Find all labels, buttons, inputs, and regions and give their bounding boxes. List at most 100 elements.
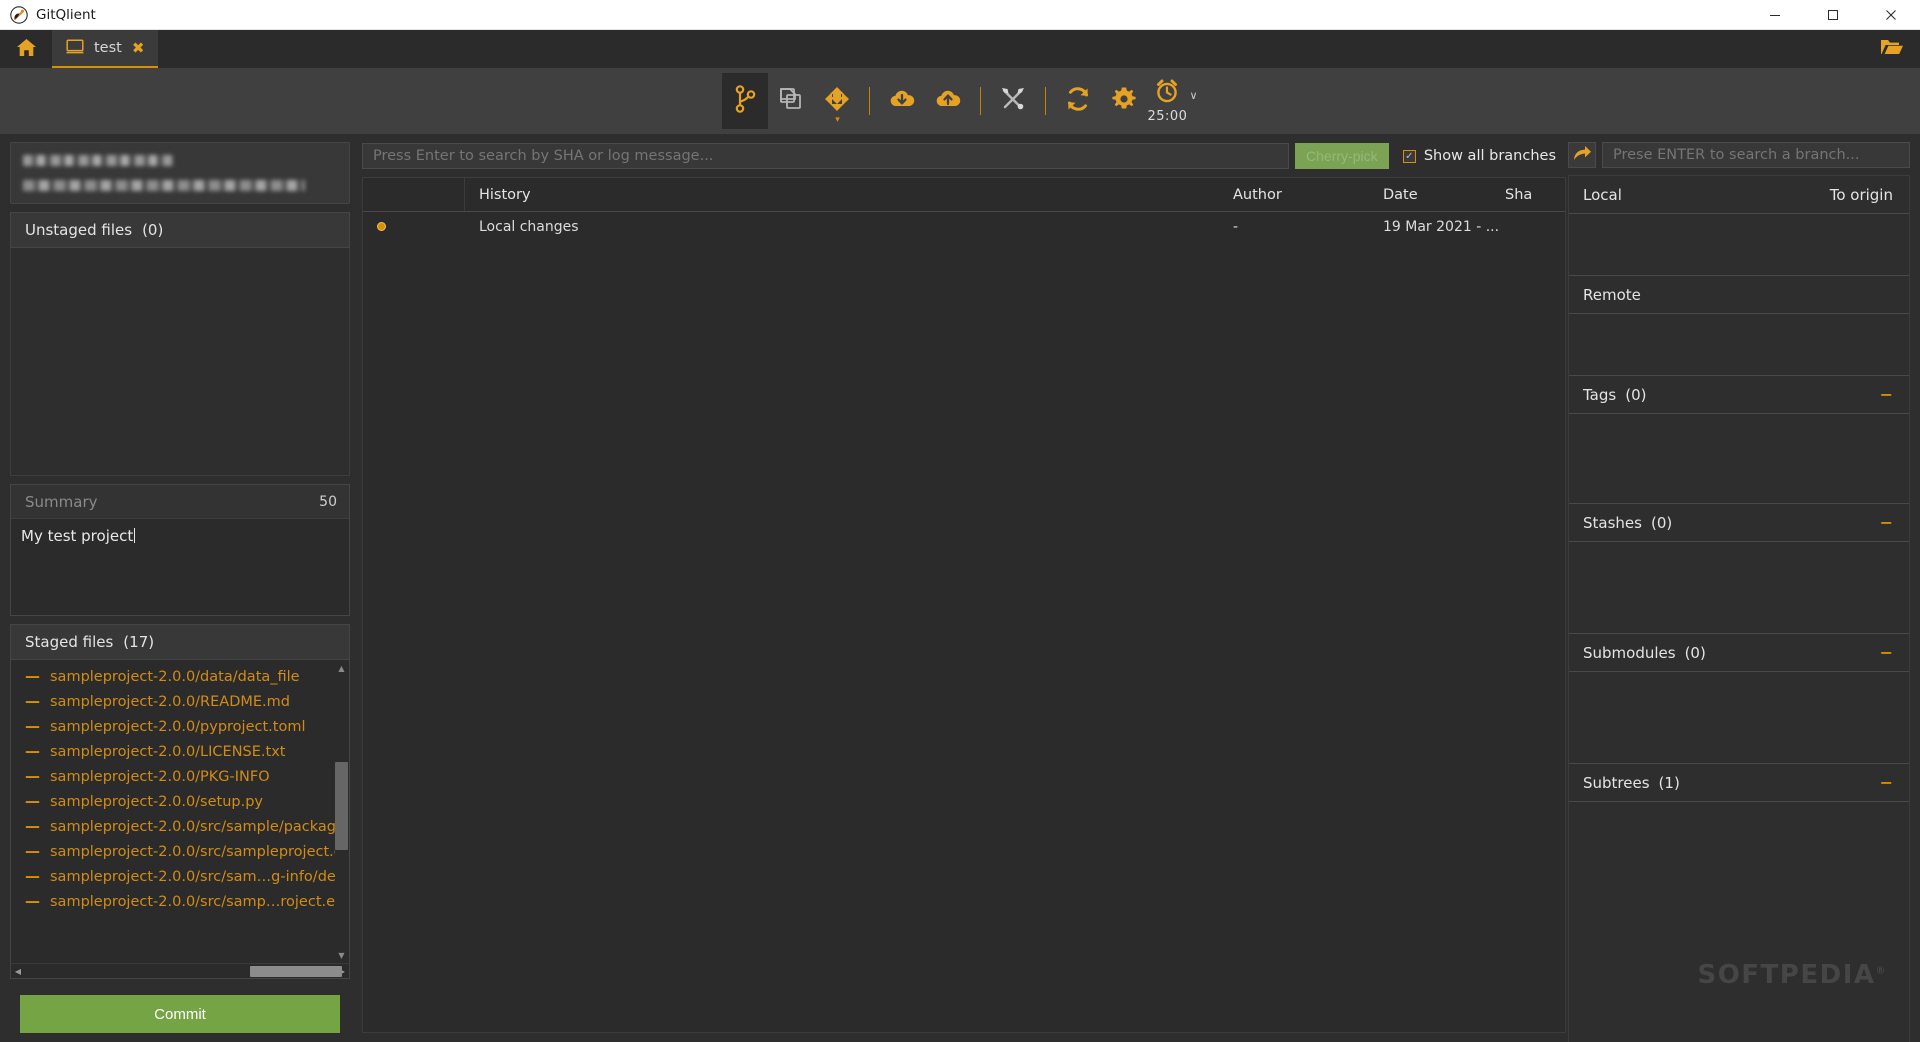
- unstage-dash-icon[interactable]: —: [25, 744, 40, 759]
- tags-list[interactable]: [1569, 414, 1909, 504]
- staged-file-name: sampleproject-2.0.0/setup.py: [50, 793, 264, 810]
- scroll-left-arrow-icon[interactable]: ◀: [11, 964, 25, 978]
- tags-collapse-icon[interactable]: −: [1880, 386, 1893, 403]
- open-folder-icon: [1880, 38, 1904, 60]
- unstage-dash-icon[interactable]: —: [25, 819, 40, 834]
- commit-description-input[interactable]: My test project: [11, 519, 349, 615]
- staged-file-name: sampleproject-2.0.0/README.md: [50, 693, 290, 710]
- staged-files-header[interactable]: Staged files (17): [10, 624, 350, 660]
- refresh-icon: [1065, 86, 1091, 116]
- subtrees-header[interactable]: Subtrees (1) −: [1569, 764, 1909, 802]
- remote-branches-header[interactable]: Remote: [1569, 276, 1909, 314]
- history-column-header[interactable]: History: [465, 187, 1233, 203]
- commit-summary-placeholder: Summary: [25, 492, 98, 511]
- timer-button[interactable]: 25:00: [1147, 78, 1187, 124]
- stashes-count: (0): [1650, 513, 1673, 532]
- unstage-dash-icon[interactable]: —: [25, 669, 40, 684]
- staged-file-name: sampleproject-2.0.0/PKG-INFO: [50, 768, 270, 785]
- local-branches-list[interactable]: [1569, 214, 1909, 276]
- submodules-list[interactable]: [1569, 672, 1909, 764]
- subtrees-collapse-icon[interactable]: −: [1880, 774, 1893, 791]
- staged-horizontal-scrollbar[interactable]: ◀ ▶: [11, 963, 349, 978]
- chevron-down-icon[interactable]: ▾: [835, 116, 840, 125]
- main-toolbar: ▾ 25:00 ∨: [0, 68, 1920, 134]
- branch-search-input[interactable]: [1602, 142, 1910, 168]
- tab-label: test: [94, 40, 122, 56]
- close-button[interactable]: [1862, 0, 1920, 30]
- redacted-user-email: [23, 180, 305, 191]
- unstage-dash-icon[interactable]: —: [25, 794, 40, 809]
- staged-vertical-scrollbar[interactable]: ▲ ▼: [335, 662, 348, 962]
- staged-files-list[interactable]: — sampleproject-2.0.0/data/data_file — samp…: [11, 660, 349, 963]
- show-all-branches-checkbox[interactable]: ✓: [1402, 149, 1416, 163]
- diff-button[interactable]: [768, 73, 814, 129]
- unstage-dash-icon[interactable]: —: [25, 694, 40, 709]
- merge-button[interactable]: ▾: [814, 73, 860, 129]
- submodules-collapse-icon[interactable]: −: [1880, 644, 1893, 661]
- sha-column-header[interactable]: Sha: [1505, 187, 1565, 203]
- tags-header[interactable]: Tags (0) −: [1569, 376, 1909, 414]
- tab-test[interactable]: test ✖: [52, 30, 159, 68]
- staged-file-row[interactable]: — sampleproject-2.0.0/setup.py: [11, 789, 349, 814]
- unstage-dash-icon[interactable]: —: [25, 894, 40, 909]
- commit-search-input[interactable]: [362, 143, 1289, 169]
- tags-title: Tags: [1583, 385, 1617, 404]
- staged-file-row[interactable]: — sampleproject-2.0.0/README.md: [11, 689, 349, 714]
- tools-button[interactable]: [990, 73, 1036, 129]
- submodules-header[interactable]: Submodules (0) −: [1569, 634, 1909, 672]
- date-cell-text: 19 Mar 2021 - ...: [1383, 218, 1500, 235]
- local-branches-title: Local: [1583, 185, 1622, 204]
- show-all-branches-toggle[interactable]: ✓ Show all branches: [1402, 148, 1566, 164]
- minimize-button[interactable]: [1746, 0, 1804, 30]
- author-column-header[interactable]: Author: [1233, 187, 1383, 203]
- home-tab-button[interactable]: [0, 30, 52, 68]
- pull-branch-button[interactable]: [1568, 142, 1596, 168]
- branch-search-row: [1568, 142, 1910, 168]
- staged-file-row[interactable]: — sampleproject-2.0.0/src/samp…roject.eg: [11, 889, 349, 914]
- unstage-dash-icon[interactable]: —: [25, 769, 40, 784]
- staged-file-row[interactable]: — sampleproject-2.0.0/src/sam…g-info/dep: [11, 864, 349, 889]
- refresh-button[interactable]: [1055, 73, 1101, 129]
- settings-button[interactable]: [1101, 73, 1147, 129]
- stashes-collapse-icon[interactable]: −: [1880, 514, 1893, 531]
- vertical-scroll-thumb[interactable]: [335, 762, 348, 850]
- scroll-up-arrow-icon[interactable]: ▲: [335, 662, 348, 675]
- cherry-pick-button[interactable]: Cherry-pick: [1294, 143, 1389, 169]
- commit-button[interactable]: Commit: [20, 995, 340, 1033]
- push-button[interactable]: [925, 73, 971, 129]
- stashes-list[interactable]: [1569, 542, 1909, 634]
- open-repository-button[interactable]: [1880, 30, 1920, 68]
- staged-file-row[interactable]: — sampleproject-2.0.0/src/sampleproject.e: [11, 839, 349, 864]
- local-branches-header[interactable]: Local To origin: [1569, 176, 1909, 214]
- scroll-down-arrow-icon[interactable]: ▼: [335, 949, 348, 962]
- staged-file-name: sampleproject-2.0.0/src/sam…g-info/dep: [50, 868, 346, 885]
- subtrees-list[interactable]: SOFTPEDIA®: [1569, 802, 1909, 1042]
- unstage-dash-icon[interactable]: —: [25, 844, 40, 859]
- remote-branches-list[interactable]: [1569, 314, 1909, 376]
- commit-history-table: History Author Date Sha Local changes - 19…: [362, 177, 1566, 1033]
- tags-header-left: Tags (0): [1583, 386, 1646, 404]
- maximize-button[interactable]: [1804, 0, 1862, 30]
- tab-close-icon[interactable]: ✖: [132, 40, 145, 56]
- unstage-dash-icon[interactable]: —: [25, 869, 40, 884]
- cloud-upload-icon: [934, 87, 962, 115]
- pull-button[interactable]: [879, 73, 925, 129]
- stashes-header[interactable]: Stashes (0) −: [1569, 504, 1909, 542]
- staged-file-row[interactable]: — sampleproject-2.0.0/PKG-INFO: [11, 764, 349, 789]
- staged-file-row[interactable]: — sampleproject-2.0.0/data/data_file: [11, 664, 349, 689]
- subtrees-header-left: Subtrees (1): [1583, 774, 1680, 792]
- staged-file-row[interactable]: — sampleproject-2.0.0/src/sample/package: [11, 814, 349, 839]
- staged-file-row[interactable]: — sampleproject-2.0.0/pyproject.toml: [11, 714, 349, 739]
- staged-file-row[interactable]: — sampleproject-2.0.0/LICENSE.txt: [11, 739, 349, 764]
- unstaged-files-header[interactable]: Unstaged files (0): [10, 212, 350, 248]
- timer-chevron-down-icon[interactable]: ∨: [1189, 89, 1197, 102]
- horizontal-scroll-track[interactable]: [25, 965, 342, 978]
- tabbar-spacer: [158, 30, 1880, 68]
- date-column-header[interactable]: Date: [1383, 187, 1505, 203]
- unstage-dash-icon[interactable]: —: [25, 719, 40, 734]
- horizontal-scroll-thumb[interactable]: [250, 965, 342, 977]
- history-table-row[interactable]: Local changes - 19 Mar 2021 - ...: [363, 212, 1565, 241]
- unstaged-files-list[interactable]: [10, 248, 350, 476]
- branch-graph-button[interactable]: [722, 73, 769, 129]
- tab-bar: test ✖: [0, 30, 1920, 68]
